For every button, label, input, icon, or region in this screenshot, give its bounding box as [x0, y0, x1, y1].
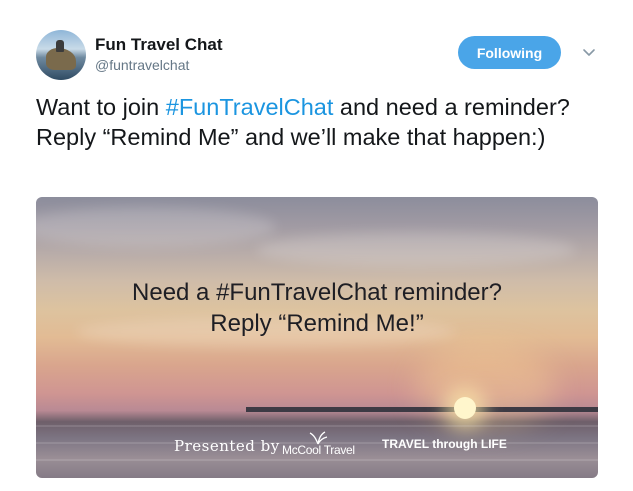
author-display-name[interactable]: Fun Travel Chat	[95, 35, 223, 55]
image-caption-line-2: Reply “Remind Me!”	[210, 310, 424, 337]
image-caption-line-1: Need a #FunTravelChat reminder?	[132, 279, 502, 306]
mccool-travel-logo: McCool Travel	[282, 431, 362, 461]
more-options-button[interactable]	[576, 40, 602, 66]
cloud-shape	[256, 232, 576, 267]
tweet-card: Fun Travel Chat @funtravelchat Following…	[0, 0, 633, 491]
following-button[interactable]: Following	[458, 36, 561, 69]
avatar-person-shape	[56, 40, 64, 52]
horizon-line	[246, 407, 598, 412]
sponsor-row: Presented by McCool Travel TRAVEL throug…	[36, 431, 598, 463]
tweet-image[interactable]: Need a #FunTravelChat reminder? Reply “R…	[36, 197, 598, 478]
tweet-text-part: Want to join	[36, 94, 166, 120]
tweet-text: Want to join #FunTravelChat and need a r…	[36, 92, 596, 152]
cloud-shape	[36, 207, 276, 247]
sun-glow	[416, 347, 556, 427]
water-ripple	[36, 425, 598, 427]
image-caption: Need a #FunTravelChat reminder? Reply “R…	[36, 277, 598, 339]
presented-by-label: Presented by	[174, 437, 280, 455]
sun-shape	[454, 397, 476, 419]
travel-through-life-logo: TRAVEL through LIFE	[382, 433, 507, 461]
hashtag-link[interactable]: #FunTravelChat	[166, 94, 334, 120]
mccool-travel-logo-text: McCool Travel	[282, 443, 355, 457]
travel-through-life-logo-text: TRAVEL through LIFE	[382, 437, 507, 451]
avatar[interactable]	[36, 30, 86, 80]
author-screen-name[interactable]: @funtravelchat	[95, 57, 189, 73]
chevron-down-icon	[583, 49, 595, 56]
